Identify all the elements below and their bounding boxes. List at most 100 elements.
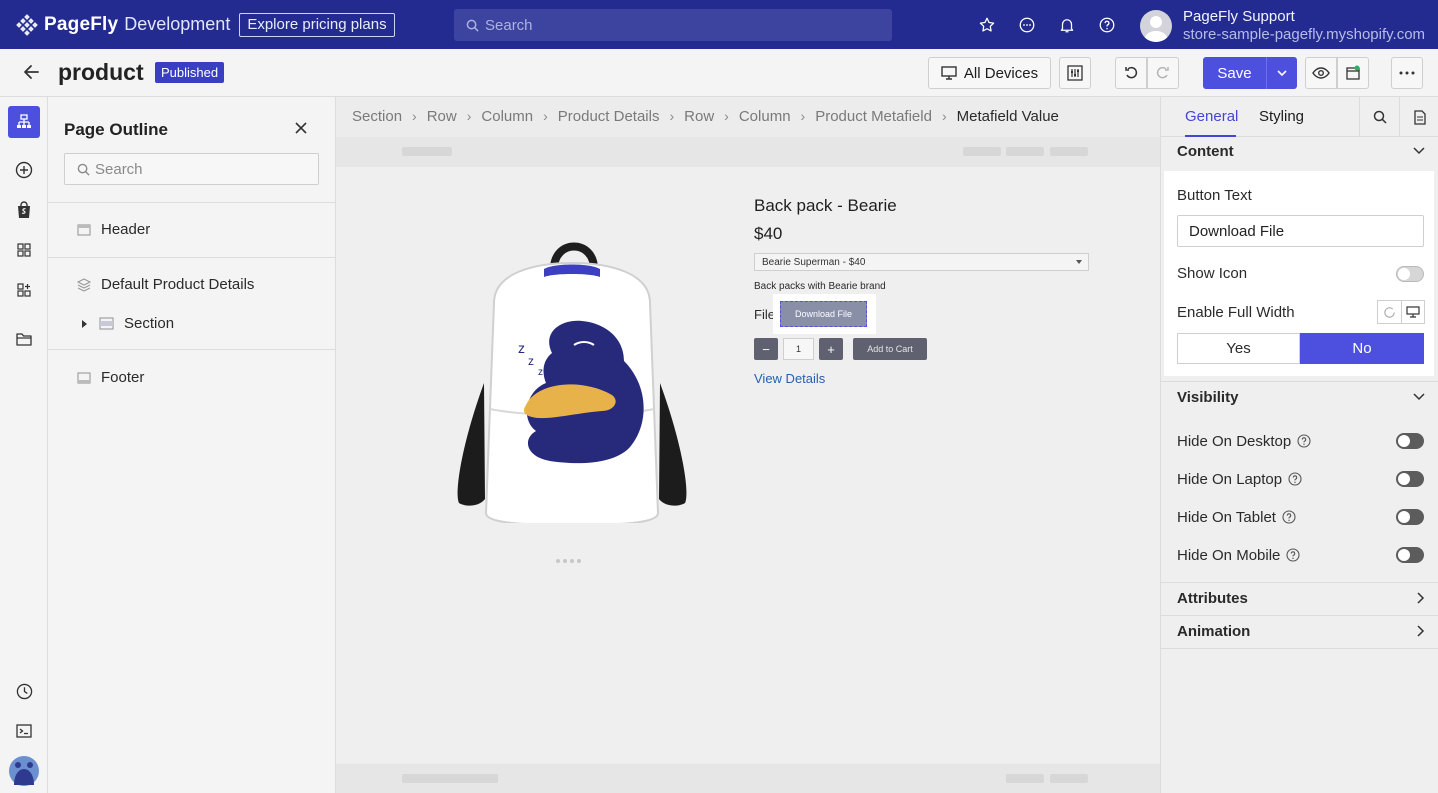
monitor-icon [941,66,957,80]
preview-button[interactable] [1305,57,1337,89]
terminal-icon[interactable] [8,715,40,747]
chevron-right-icon: › [412,108,417,124]
button-text-input[interactable]: Download File [1177,215,1424,247]
status-badge: Published [155,62,225,83]
outline-item-default-product-details[interactable]: Default Product Details [77,276,254,293]
sitemap-icon[interactable] [8,106,40,138]
search-icon[interactable] [1359,97,1399,137]
breadcrumb-item[interactable]: Product Details [558,108,660,125]
breadcrumb-item[interactable]: Column [481,108,533,125]
quantity-increase-button[interactable]: + [819,338,843,360]
help-icon[interactable] [1096,14,1118,36]
chevron-right-icon: › [543,108,548,124]
settings-sliders-button[interactable] [1059,57,1091,89]
close-icon[interactable] [294,121,308,135]
hide-on-laptop-row: Hide On Laptop [1177,469,1427,489]
attributes-section-title: Attributes [1177,590,1248,607]
quantity-decrease-button[interactable]: − [754,338,778,360]
all-devices-button[interactable]: All Devices [928,57,1051,89]
outline-item-section[interactable]: Section [81,315,174,332]
svg-text:z: z [528,354,534,368]
blocks-add-icon[interactable] [8,274,40,306]
undo-button[interactable] [1115,57,1147,89]
help-icon[interactable] [1297,434,1311,448]
tab-general[interactable]: General [1185,108,1238,125]
search-icon [466,19,485,32]
history-icon[interactable] [8,675,40,707]
breadcrumb-item[interactable]: Row [427,108,457,125]
redo-button[interactable] [1147,57,1179,89]
content-section-header[interactable]: Content [1161,135,1438,168]
chevron-right-icon: › [466,108,472,124]
chevron-down-icon [1413,393,1425,401]
hide-on-mobile-toggle[interactable] [1396,547,1424,563]
outline-item-header[interactable]: Header [77,221,150,238]
pagefly-logo[interactable]: PageFly Development [16,14,230,36]
visibility-section-header[interactable]: Visibility [1161,381,1438,414]
attributes-section-header[interactable]: Attributes [1161,582,1438,615]
chevron-right-icon: › [800,108,806,124]
breadcrumb-item[interactable]: Product Metafield [815,108,932,125]
chevron-right-icon: › [669,108,675,124]
bell-icon[interactable] [1056,14,1078,36]
chat-icon[interactable] [1016,14,1038,36]
avatar-icon[interactable] [8,755,40,787]
folder-icon[interactable] [8,323,40,355]
grid-icon[interactable] [8,234,40,266]
image-slider-dots[interactable] [556,559,581,563]
responsive-device-control [1377,300,1425,324]
hide-on-laptop-toggle[interactable] [1396,471,1424,487]
download-file-button[interactable]: Download File [780,301,867,327]
breadcrumb-item[interactable]: Column [739,108,791,125]
save-options-dropdown[interactable] [1266,57,1297,89]
variant-select[interactable]: Bearie Superman - $40 [754,253,1089,271]
more-options-button[interactable] [1391,57,1423,89]
caret-right-icon[interactable] [81,319,87,328]
global-search-placeholder: Search [485,16,533,34]
hide-on-tablet-toggle[interactable] [1396,509,1424,525]
hide-on-mobile-row: Hide On Mobile [1177,545,1427,565]
outline-item-footer[interactable]: Footer [77,369,144,386]
inspector-tabs: General Styling [1161,97,1438,137]
hide-on-mobile-label: Hide On Mobile [1177,546,1281,564]
shopify-bag-icon[interactable] [8,194,40,226]
environment-name: Development [124,14,231,34]
animation-section-header[interactable]: Animation [1161,615,1438,648]
global-search-input[interactable]: Search [454,9,892,41]
star-icon[interactable] [976,14,998,36]
page-outline-panel: Page Outline Search Header Default Produ… [48,97,336,793]
explore-pricing-button[interactable]: Explore pricing plans [239,12,395,37]
reset-icon[interactable] [1378,301,1401,323]
chevron-down-icon [1076,260,1082,264]
product-image[interactable]: z z z [454,233,690,523]
add-to-cart-button[interactable]: Add to Cart [853,338,927,360]
page-title: product [58,59,144,85]
breadcrumb-item[interactable]: Section [352,108,402,125]
tab-styling[interactable]: Styling [1259,108,1304,125]
animation-section-title: Animation [1177,623,1251,640]
user-menu[interactable]: PageFly Support store-sample-pagefly.mys… [1140,8,1425,44]
schedule-publish-button[interactable] [1337,57,1369,89]
full-width-no-option[interactable]: No [1300,333,1424,364]
product-section[interactable]: z z z Back pack - Bearie $40 Bearie Supe… [336,167,1160,763]
add-circle-icon[interactable] [8,154,40,186]
help-icon[interactable] [1286,548,1300,562]
desktop-icon[interactable] [1400,301,1424,323]
content-section-title: Content [1177,143,1234,160]
full-width-yes-option[interactable]: Yes [1177,333,1300,364]
save-button[interactable]: Save [1203,57,1266,89]
back-arrow-icon[interactable] [22,62,42,82]
chevron-down-icon [1276,67,1288,79]
product-description: Back packs with Bearie brand [754,281,886,292]
breadcrumb-item[interactable]: Row [684,108,714,125]
hide-on-desktop-toggle[interactable] [1396,433,1424,449]
help-icon[interactable] [1288,472,1302,486]
visibility-section-title: Visibility [1177,389,1239,406]
help-icon[interactable] [1282,510,1296,524]
document-icon[interactable] [1399,97,1438,137]
quantity-input[interactable]: 1 [783,338,814,360]
view-details-link[interactable]: View Details [754,371,825,386]
show-icon-toggle[interactable] [1396,266,1424,282]
outline-search-input[interactable]: Search [64,153,319,185]
left-rail [0,97,48,793]
